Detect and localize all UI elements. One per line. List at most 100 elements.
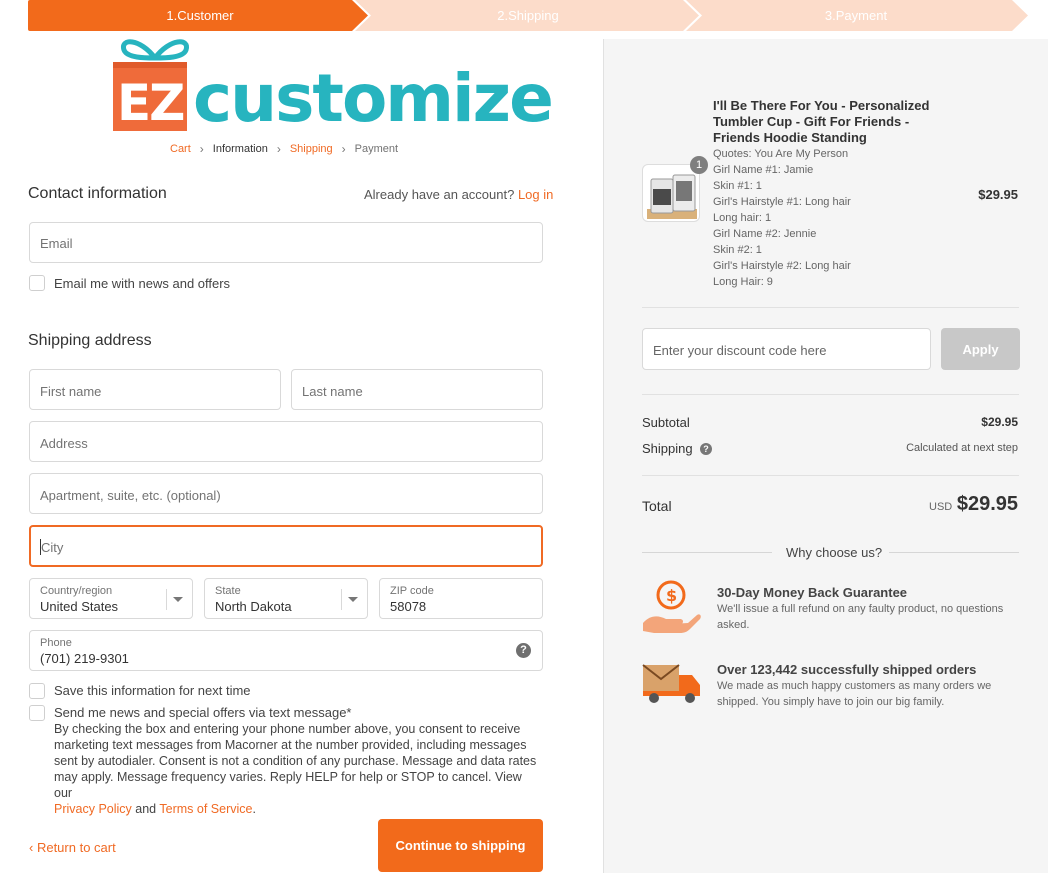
shipping-title: Shipping address [28,332,152,349]
breadcrumb-cart[interactable]: Cart [170,143,191,155]
product-option: Quotes: You Are My Person [713,148,849,160]
product-price: $29.95 [978,187,1018,202]
discount-placeholder: Enter your discount code here [653,343,827,358]
step-payment: 3.Payment [824,8,888,23]
product-option: Girl Name #2: Jennie [713,228,817,240]
step-customer: 1.Customer [166,8,234,23]
zip-field[interactable]: ZIP code 58078 [379,578,543,619]
product-option: Skin #1: 1 [713,180,762,192]
last-name-placeholder: Last name [302,384,363,399]
step-shipping: 2.Shipping [497,8,559,23]
address-placeholder: Address [40,436,88,451]
subtotal-label: Subtotal [642,415,690,430]
email-field[interactable]: Email [29,222,543,263]
order-summary-panel: 1 I'll Be There For You - Personalized T… [603,39,1048,873]
phone-field[interactable]: Phone (701) 219-9301 ? [29,630,543,671]
save-info-checkbox[interactable] [29,683,45,699]
product-option: Skin #2: 1 [713,244,762,256]
tumbler-image-icon [647,174,697,219]
shipping-value: Calculated at next step [906,442,1018,454]
total-value: $29.95 [956,493,1018,515]
shipping-label: Shipping [642,441,693,456]
checkout-progress: 1.Customer 2.Shipping 3.Payment [0,0,1048,31]
svg-text:$: $ [666,586,677,605]
apartment-placeholder: Apartment, suite, etc. (optional) [40,488,221,503]
state-label: State [215,585,241,597]
chevron-right-icon: › [341,142,346,156]
login-link[interactable]: Log in [518,187,553,202]
zip-value: 58078 [390,599,427,614]
brand-logo[interactable]: EZ customize [110,38,554,138]
apply-discount-button[interactable]: Apply [941,328,1020,370]
country-select[interactable]: Country/region United States [29,578,193,619]
news-checkbox[interactable] [29,275,45,291]
news-checkbox-label: Email me with news and offers [54,276,231,291]
privacy-policy-link[interactable]: Privacy Policy [54,802,132,816]
chevron-down-icon [173,597,183,602]
sms-legal-text: By checking the box and entering your ph… [54,721,542,817]
city-placeholder: City [41,540,64,555]
product-option: Girl's Hairstyle #2: Long hair [713,260,851,272]
breadcrumb-shipping[interactable]: Shipping [290,143,333,155]
continue-to-shipping-button[interactable]: Continue to shipping [378,819,543,872]
select-divider [341,589,342,610]
discount-code-input[interactable]: Enter your discount code here [642,328,931,370]
quantity-badge: 1 [690,156,708,174]
and-text: and [135,802,157,816]
product-option: Long hair: 1 [713,212,772,224]
chevron-right-icon: › [199,142,204,156]
product-option: Girl Name #1: Jamie [713,164,814,176]
country-label: Country/region [40,585,113,597]
first-name-field[interactable]: First name [29,369,281,410]
zip-label: ZIP code [390,585,434,597]
divider [642,394,1019,395]
account-prompt-text: Already have an account? [364,187,515,202]
breadcrumb: Cart › Information › Shipping › Payment [170,142,398,156]
help-icon[interactable]: ? [516,643,531,658]
address-field[interactable]: Address [29,421,543,462]
guarantee-title: 30-Day Money Back Guarantee [717,585,908,600]
logo-ez: EZ [117,74,185,132]
first-name-placeholder: First name [40,384,102,399]
divider [889,552,1019,553]
product-title: I'll Be There For You - Personalized Tum… [713,98,930,145]
return-label: Return to cart [36,840,116,855]
delivery-truck-icon [642,664,700,703]
shipped-orders-desc: We made as much happy customers as many … [717,680,992,708]
last-name-field[interactable]: Last name [291,369,543,410]
terms-of-service-link[interactable]: Terms of Service [159,802,252,816]
account-prompt: Already have an account? Log in [364,187,553,202]
phone-label: Phone [40,637,72,649]
email-placeholder: Email [40,236,73,251]
breadcrumb-information: Information [212,143,268,155]
divider [642,307,1019,308]
save-info-label: Save this information for next time [54,683,251,698]
divider [642,475,1019,476]
money-back-icon: $ [643,580,701,633]
chevron-right-icon: › [276,142,281,156]
apartment-field[interactable]: Apartment, suite, etc. (optional) [29,473,543,514]
return-to-cart-link[interactable]: ‹ Return to cart [29,840,116,855]
total-label: Total [642,498,672,514]
divider [642,552,772,553]
chevron-left-icon: ‹ [29,840,37,855]
why-title: Why choose us? [786,545,883,560]
contact-title: Contact information [28,185,167,202]
help-icon[interactable]: ? [700,443,712,455]
product-thumbnail [642,164,700,222]
logo-text: customize [193,60,554,137]
breadcrumb-payment: Payment [354,143,399,155]
state-value: North Dakota [215,599,292,614]
product-option: Girl's Hairstyle #1: Long hair [713,196,851,208]
guarantee-desc: We'll issue a full refund on any faulty … [717,603,1004,631]
sms-checkbox[interactable] [29,705,45,721]
shipped-orders-title: Over 123,442 successfully shipped orders [717,662,977,677]
chevron-down-icon [348,597,358,602]
city-field[interactable]: City [29,525,543,567]
phone-value: (701) 219-9301 [40,651,129,666]
sms-checkbox-label: Send me news and special offers via text… [54,705,352,720]
select-divider [166,589,167,610]
sms-legal-body: By checking the box and entering your ph… [54,722,537,800]
state-select[interactable]: State North Dakota [204,578,368,619]
product-option: Long Hair: 9 [713,276,773,288]
